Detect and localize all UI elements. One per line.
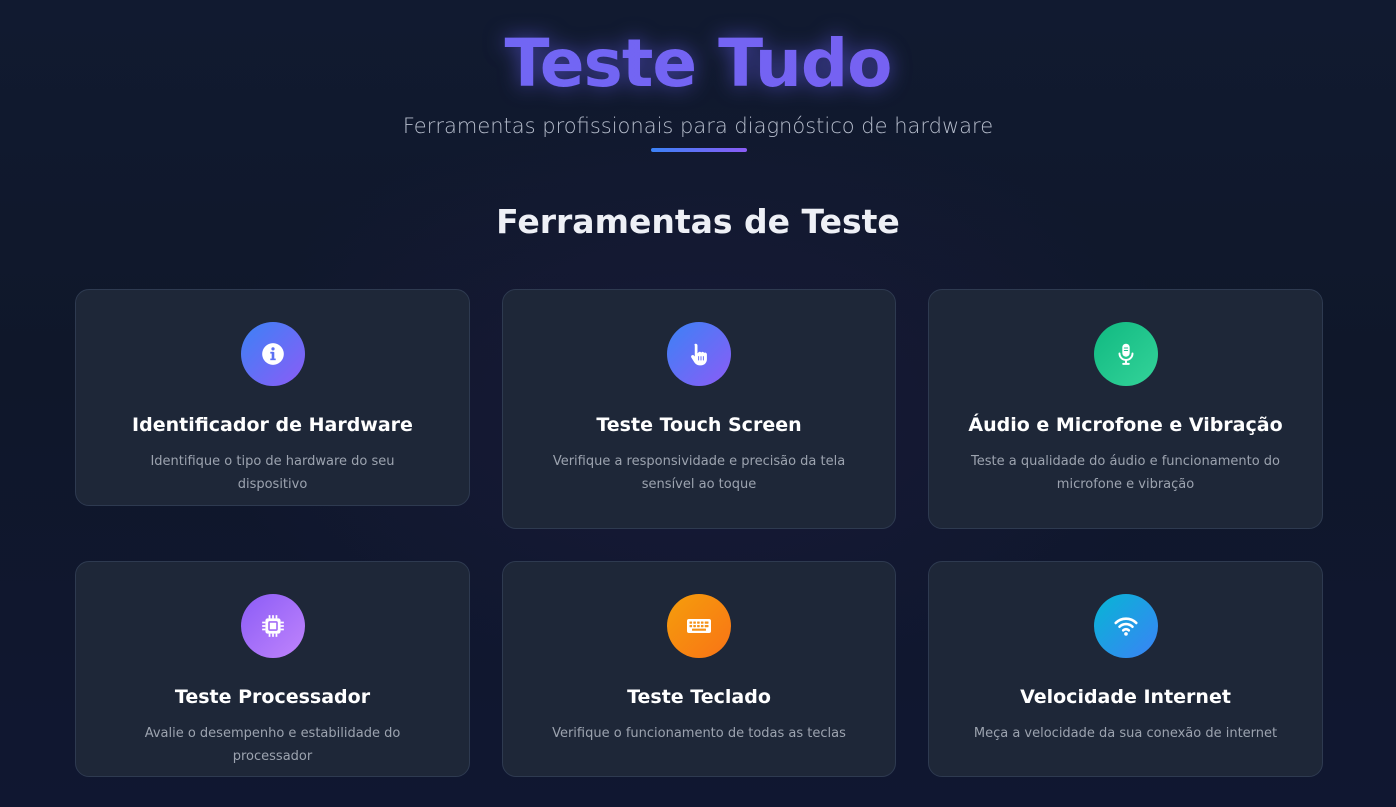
tool-card-description: Verifique a responsividade e precisão da… bbox=[552, 454, 846, 492]
tool-card-description: Teste a qualidade do áudio e funcionamen… bbox=[971, 454, 1280, 492]
tool-card-title: Teste Touch Screen bbox=[596, 414, 802, 436]
tool-card-title: Teste Processador bbox=[174, 686, 371, 708]
info-icon bbox=[240, 322, 305, 386]
keyboard-icon bbox=[667, 594, 731, 658]
tool-card-internet-speed[interactable]: Velocidade Internet Meça a velocidade da… bbox=[928, 561, 1323, 777]
tool-card-description: Identifique o tipo de hardware do seu di… bbox=[150, 454, 395, 492]
cpu-chip-icon bbox=[240, 594, 305, 658]
tool-card-hardware-identifier[interactable]: Identificador de Hardware Identifique o … bbox=[75, 289, 470, 506]
page-subtitle: Ferramentas profissionais para diagnósti… bbox=[402, 114, 994, 138]
tool-card-keyboard[interactable]: Teste Teclado Verifique o funcionamento … bbox=[502, 561, 896, 777]
tool-card-description: Avalie o desempenho e estabilidade do pr… bbox=[144, 726, 401, 764]
tool-card-title: Identificador de Hardware bbox=[132, 414, 413, 436]
microphone-icon bbox=[1093, 322, 1158, 386]
tool-card-touch-screen[interactable]: Teste Touch Screen Verifique a responsiv… bbox=[502, 289, 896, 529]
tool-card-title: Velocidade Internet bbox=[1020, 686, 1231, 708]
tool-card-description: Verifique o funcionamento de todas as te… bbox=[552, 726, 846, 741]
page-title: Teste Tudo bbox=[0, 24, 1396, 104]
tool-card-title: Teste Teclado bbox=[627, 686, 771, 708]
section-title: Ferramentas de Teste bbox=[496, 202, 900, 241]
tool-card-description: Meça a velocidade da sua conexão de inte… bbox=[973, 726, 1278, 741]
tool-card-audio-microphone-vibration[interactable]: Áudio e Microfone e Vibração Teste a qua… bbox=[928, 289, 1323, 529]
pointer-hand-icon bbox=[667, 322, 731, 386]
tool-card-title: Áudio e Microfone e Vibração bbox=[968, 414, 1283, 436]
tool-card-processor[interactable]: Teste Processador Avalie o desempenho e … bbox=[75, 561, 470, 777]
title-underline-divider bbox=[651, 148, 747, 152]
wifi-icon bbox=[1093, 594, 1158, 658]
